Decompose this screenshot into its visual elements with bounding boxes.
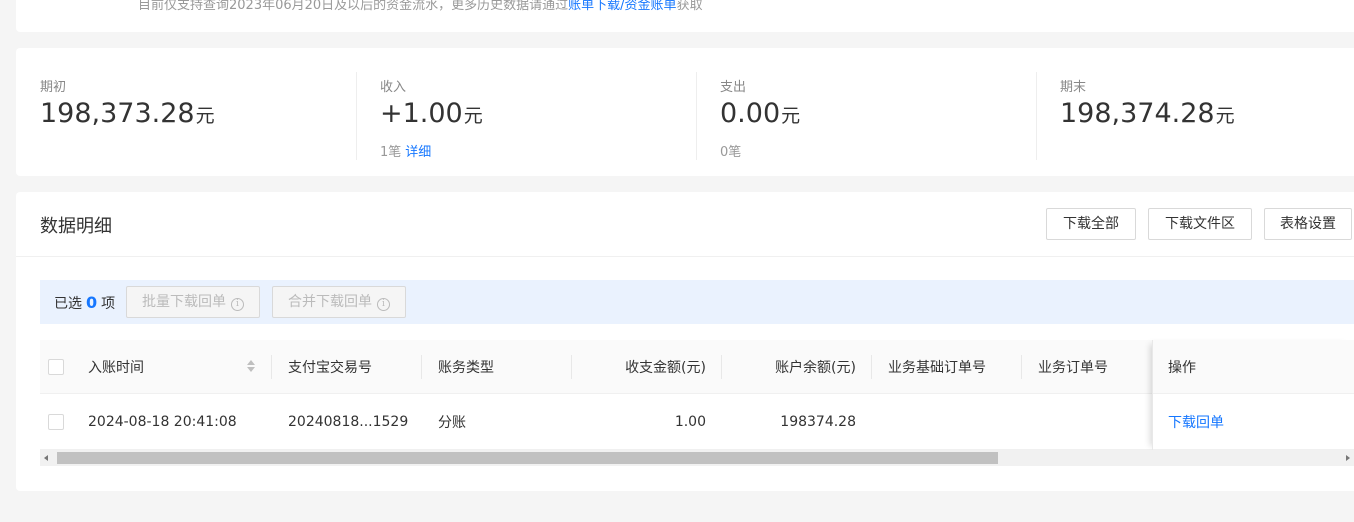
stat-opening: 期初 198,373.28元 — [16, 48, 356, 176]
cell-time: 2024-08-18 20:41:08 — [88, 413, 237, 430]
batch-download-button[interactable]: 批量下载回单 i — [126, 286, 260, 318]
stat-label: 支出 — [720, 80, 747, 95]
col-header-time: 入账时间 — [88, 359, 144, 376]
stat-value: 198,373.28元 — [40, 98, 215, 129]
notice-card: 目前仅支持查询2023年06月20日及以后的资金流水，更多历史数据请通过账单下载… — [16, 0, 1354, 32]
col-separator — [1021, 355, 1022, 379]
stat-unit: 元 — [1215, 105, 1235, 127]
stat-count: 0笔 — [720, 145, 742, 160]
col-header-balance: 账户余额(元) — [775, 359, 856, 376]
stat-label: 收入 — [380, 80, 407, 95]
stat-number: +1.00 — [380, 98, 463, 129]
scroll-right-arrow-icon[interactable] — [1346, 455, 1350, 461]
income-detail-link[interactable]: 详细 — [405, 145, 431, 160]
info-icon: i — [377, 298, 390, 311]
cell-amount: 1.00 — [674, 413, 706, 430]
stat-income: 收入 +1.00元 1笔 详细 — [356, 48, 696, 176]
sort-down-icon — [247, 367, 255, 372]
fixed-action-column: 操作 下载回单 — [1152, 340, 1354, 450]
merge-download-label: 合并下载回单 — [288, 294, 372, 310]
row-checkbox[interactable] — [48, 413, 64, 430]
sort-icon[interactable] — [246, 360, 256, 374]
download-files-button[interactable]: 下载文件区 — [1148, 208, 1252, 240]
selection-suffix: 项 — [101, 296, 116, 312]
cell-type: 分账 — [438, 414, 466, 431]
cell-balance: 198374.28 — [780, 413, 856, 430]
batch-download-label: 批量下载回单 — [142, 294, 226, 310]
select-all-checkbox[interactable] — [48, 358, 64, 375]
col-header-order: 业务订单号 — [1038, 359, 1108, 376]
select-all-cell — [48, 340, 64, 393]
action-cell: 下载回单 — [1153, 394, 1354, 450]
stat-sub: 0笔 — [720, 141, 741, 160]
selection-bar: 已选 0 项 批量下载回单 i 合并下载回单 i — [40, 280, 1354, 324]
selection-count: 0 — [86, 293, 98, 312]
stat-unit: 元 — [195, 105, 215, 127]
notice-text: 目前仅支持查询2023年06月20日及以后的资金流水，更多历史数据请通过账单下载… — [138, 0, 838, 13]
sort-up-icon — [247, 360, 255, 365]
summary-card: 期初 198,373.28元 收入 +1.00元 1笔 详细 支出 0.00元 0… — [16, 48, 1354, 176]
col-header-amount: 收支金额(元) — [625, 359, 706, 376]
header-divider — [16, 256, 1354, 257]
col-header-base-order: 业务基础订单号 — [888, 359, 986, 376]
notice-message: 目前仅支持查询2023年06月20日及以后的资金流水，更多历史数据请通过 — [138, 0, 569, 13]
stat-value: 198,374.28元 — [1060, 98, 1235, 129]
selection-prefix: 已选 — [54, 296, 82, 312]
stat-unit: 元 — [781, 105, 801, 127]
row-select-cell — [48, 394, 64, 449]
detail-card: 数据明细 下载全部 下载文件区 表格设置 已选 0 项 批量下载回单 i 合并下载回单… — [16, 192, 1354, 491]
bill-download-link[interactable]: 账单下载/资金账单 — [568, 0, 676, 13]
stat-unit: 元 — [463, 105, 483, 127]
stat-value: 0.00元 — [720, 98, 800, 129]
download-receipt-link[interactable]: 下载回单 — [1168, 394, 1224, 449]
col-header-trade-no: 支付宝交易号 — [288, 359, 372, 376]
stat-count: 1笔 — [380, 145, 402, 160]
col-separator — [871, 355, 872, 379]
section-title: 数据明细 — [40, 216, 112, 237]
notice-suffix: 获取 — [676, 0, 703, 13]
stat-label: 期初 — [40, 80, 67, 95]
stat-number: 0.00 — [720, 98, 781, 129]
stat-label: 期末 — [1060, 80, 1087, 95]
stat-number: 198,373.28 — [40, 98, 195, 129]
selection-status: 已选 0 项 — [54, 293, 115, 313]
stat-closing: 期末 198,374.28元 — [1036, 48, 1354, 176]
col-separator — [421, 355, 422, 379]
action-header: 操作 — [1153, 340, 1354, 394]
stat-sub: 1笔 详细 — [380, 141, 431, 160]
stat-value: +1.00元 — [380, 98, 483, 129]
cell-trade-no: 20240818...1529 — [288, 413, 409, 430]
stat-number: 198,374.28 — [1060, 98, 1215, 129]
col-separator — [271, 355, 272, 379]
horizontal-scrollbar[interactable] — [40, 450, 1354, 466]
col-header-type: 账务类型 — [438, 359, 494, 376]
merge-download-button[interactable]: 合并下载回单 i — [272, 286, 406, 318]
col-header-action: 操作 — [1168, 359, 1196, 376]
info-icon: i — [231, 298, 244, 311]
scroll-left-arrow-icon[interactable] — [44, 455, 48, 461]
scrollbar-thumb[interactable] — [57, 452, 998, 464]
stat-expense: 支出 0.00元 0笔 — [696, 48, 1036, 176]
download-all-button[interactable]: 下载全部 — [1046, 208, 1136, 240]
table-settings-button[interactable]: 表格设置 — [1264, 208, 1352, 240]
